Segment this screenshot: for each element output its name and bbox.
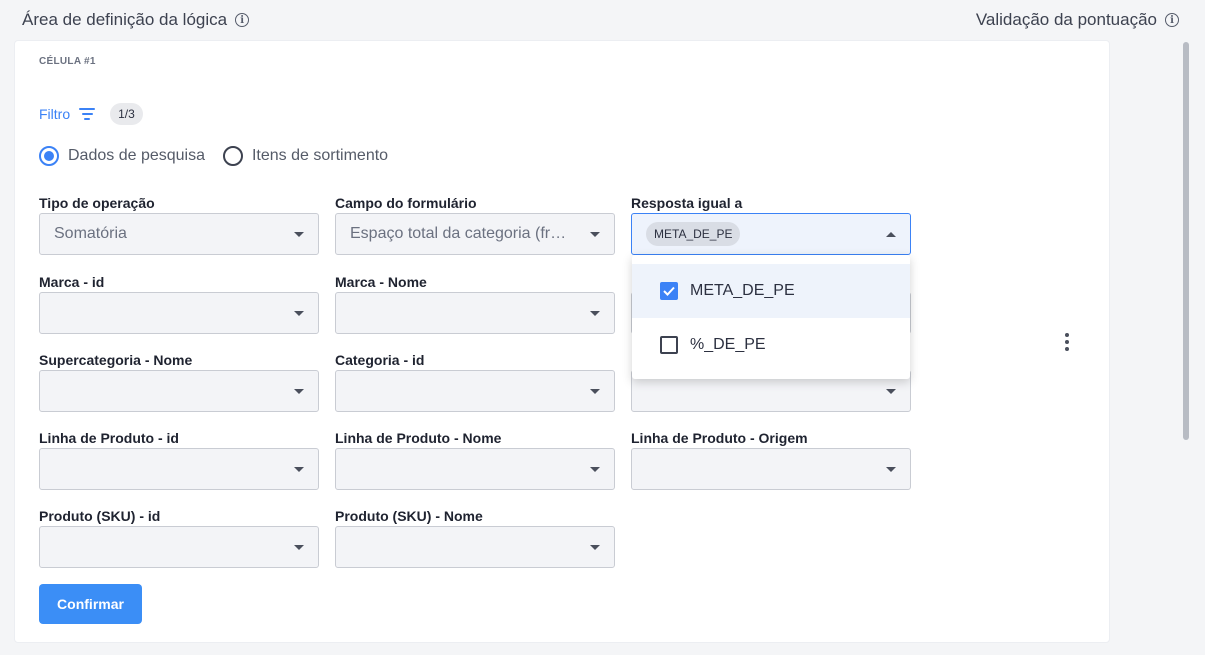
filter-label: Filtro bbox=[39, 106, 71, 122]
chevron-down-icon bbox=[590, 467, 600, 472]
chevron-down-icon bbox=[294, 232, 304, 237]
more-options-icon[interactable] bbox=[1064, 333, 1070, 351]
produto-sku-nome-label: Produto (SKU) - Nome bbox=[335, 508, 483, 524]
tipo-operacao-select[interactable]: Somatória bbox=[39, 213, 319, 255]
selected-chip[interactable]: META_DE_PE bbox=[646, 222, 741, 246]
dropdown-option-label: META_DE_PE bbox=[690, 282, 795, 299]
select-value: Espaço total da categoria (frentes) bbox=[350, 225, 574, 242]
marca-nome-select[interactable] bbox=[335, 292, 615, 334]
resposta-dropdown-menu: META_DE_PE %_DE_PE bbox=[632, 255, 910, 379]
chevron-down-icon bbox=[886, 467, 896, 472]
radio-unchecked-icon[interactable] bbox=[222, 146, 243, 166]
linha-produto-id-label: Linha de Produto - id bbox=[39, 430, 179, 446]
supercategoria-nome-select[interactable] bbox=[39, 370, 319, 412]
chevron-down-icon bbox=[294, 545, 304, 550]
confirm-button[interactable]: Confirmar bbox=[39, 584, 142, 624]
info-icon[interactable]: i bbox=[235, 13, 250, 27]
filter-count-badge: 1/3 bbox=[110, 103, 143, 125]
checkbox-unchecked-icon[interactable] bbox=[660, 336, 678, 354]
chevron-down-icon bbox=[294, 467, 304, 472]
chevron-down-icon bbox=[886, 389, 896, 394]
scrollbar-thumb[interactable] bbox=[1183, 42, 1189, 440]
marca-id-select[interactable] bbox=[39, 292, 319, 334]
radio-label: Dados de pesquisa bbox=[68, 147, 205, 164]
linha-produto-nome-label: Linha de Produto - Nome bbox=[335, 430, 502, 446]
logic-area-header: Área de definição da lógica i bbox=[22, 10, 250, 30]
cell-label: CÉLULA #1 bbox=[39, 56, 96, 67]
supercategoria-nome-label: Supercategoria - Nome bbox=[39, 352, 193, 368]
dropdown-option-meta-de-pe[interactable]: META_DE_PE bbox=[632, 264, 910, 318]
score-validation-title: Validação da pontuação bbox=[975, 10, 1157, 29]
produto-sku-nome-select[interactable] bbox=[335, 526, 615, 568]
linha-produto-origem-label: Linha de Produto - Origem bbox=[631, 430, 808, 446]
radio-dados-pesquisa[interactable]: Dados de pesquisa bbox=[39, 146, 205, 166]
chevron-down-icon bbox=[590, 232, 600, 237]
produto-sku-id-select[interactable] bbox=[39, 526, 319, 568]
chevron-down-icon bbox=[590, 389, 600, 394]
logic-area-title: Área de definição da lógica bbox=[22, 10, 228, 29]
filter-row: Filtro 1/3 bbox=[39, 103, 143, 125]
chevron-down-icon bbox=[590, 545, 600, 550]
chevron-down-icon bbox=[590, 311, 600, 316]
linha-produto-origem-select[interactable] bbox=[631, 448, 911, 490]
categoria-id-select[interactable] bbox=[335, 370, 615, 412]
select-value: Somatória bbox=[54, 225, 127, 242]
radio-label: Itens de sortimento bbox=[251, 147, 389, 164]
categoria-id-label: Categoria - id bbox=[335, 352, 425, 368]
marca-nome-label: Marca - Nome bbox=[335, 274, 427, 290]
radio-itens-sortimento[interactable]: Itens de sortimento bbox=[222, 146, 389, 166]
resposta-igual-select[interactable]: META_DE_PE bbox=[631, 213, 911, 255]
dropdown-option-pct-de-pe[interactable]: %_DE_PE bbox=[632, 318, 910, 372]
data-source-radio-group: Dados de pesquisa Itens de sortimento bbox=[39, 146, 388, 166]
filter-button[interactable]: Filtro bbox=[39, 106, 96, 122]
resposta-igual-label: Resposta igual a bbox=[631, 195, 743, 211]
tipo-operacao-label: Tipo de operação bbox=[39, 195, 155, 211]
radio-checked-icon[interactable] bbox=[39, 146, 59, 166]
marca-id-label: Marca - id bbox=[39, 274, 105, 290]
campo-formulario-label: Campo do formulário bbox=[335, 195, 477, 211]
score-validation-header: Validação da pontuação i bbox=[976, 10, 1179, 30]
filter-icon bbox=[78, 108, 96, 120]
chevron-up-icon bbox=[886, 232, 896, 237]
info-icon[interactable]: i bbox=[1165, 13, 1179, 27]
chevron-down-icon bbox=[294, 389, 304, 394]
linha-produto-id-select[interactable] bbox=[39, 448, 319, 490]
produto-sku-id-label: Produto (SKU) - id bbox=[39, 508, 161, 524]
chevron-down-icon bbox=[294, 311, 304, 316]
linha-produto-nome-select[interactable] bbox=[335, 448, 615, 490]
campo-formulario-select[interactable]: Espaço total da categoria (frentes) bbox=[335, 213, 615, 255]
checkbox-checked-icon[interactable] bbox=[660, 282, 678, 300]
dropdown-option-label: %_DE_PE bbox=[690, 336, 766, 353]
